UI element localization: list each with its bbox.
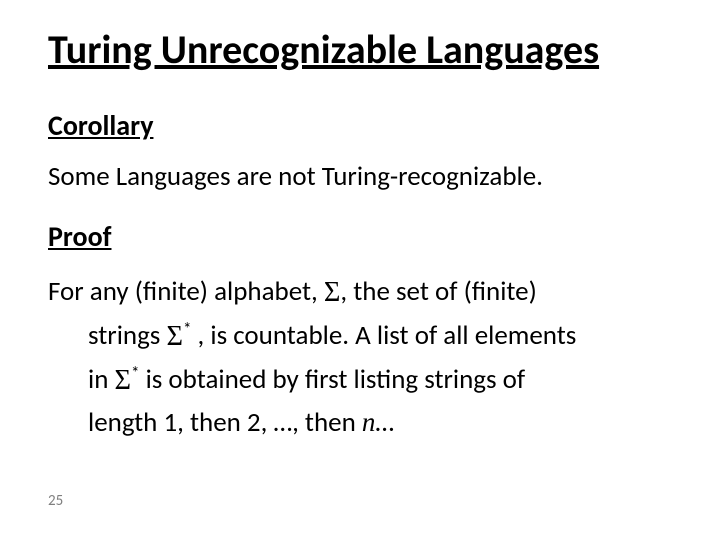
proof-line-3b: is obtained by first listing strings of <box>139 363 525 396</box>
proof-line-1b: , the set of (finite) <box>340 275 536 308</box>
proof-body: For any (finite) alphabet, Σ, the set of… <box>48 270 672 444</box>
proof-line-4a: length 1, then 2, …, then <box>88 406 362 439</box>
sigma-symbol: Σ <box>324 277 341 308</box>
corollary-text: Some Languages are not Turing-recognizab… <box>48 159 672 195</box>
variable-n: n <box>362 407 376 437</box>
sigma-star-symbol-2: Σ* <box>115 365 140 396</box>
proof-heading: Proof <box>48 219 672 254</box>
sigma-star-symbol: Σ* <box>166 321 191 352</box>
proof-line-1a: For any (finite) alphabet, <box>48 275 324 308</box>
proof-indent-block: strings Σ* , is countable. A list of all… <box>88 314 672 444</box>
proof-line-2b: , is countable. A list of all elements <box>191 319 576 352</box>
proof-line-4b: … <box>375 406 394 439</box>
slide-title: Turing Unrecognizable Languages <box>48 28 672 72</box>
slide: Turing Unrecognizable Languages Corollar… <box>0 0 720 540</box>
proof-line-2a: strings <box>88 319 166 352</box>
proof-line-3a: in <box>88 363 115 396</box>
corollary-heading: Corollary <box>48 108 672 143</box>
page-number: 25 <box>48 492 63 510</box>
